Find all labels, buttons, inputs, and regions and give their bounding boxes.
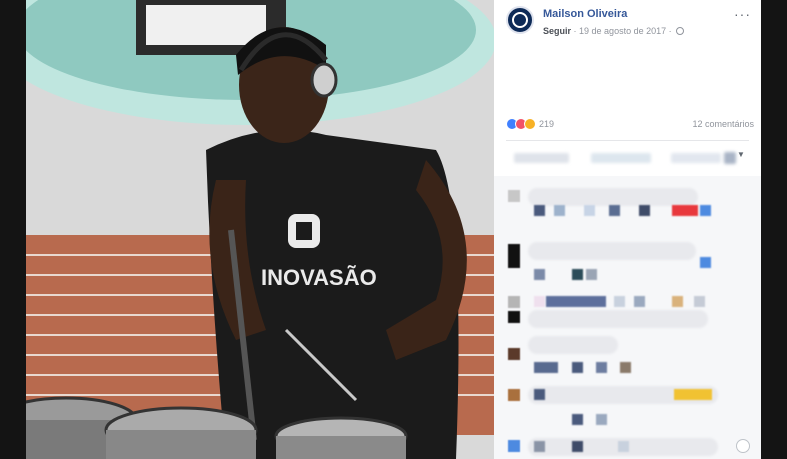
- wow-reaction-icon: [524, 118, 536, 130]
- avatar: [508, 296, 520, 308]
- avatar: [508, 389, 520, 401]
- avatar: [508, 348, 520, 360]
- action-bar-blurred: [506, 145, 749, 171]
- shirt-text: INOVASÃO: [261, 265, 377, 290]
- post-side-panel: Mailson Oliveira Seguir · 19 de agosto d…: [494, 0, 761, 459]
- emoji-icon[interactable]: [736, 439, 750, 453]
- avatar: [508, 244, 520, 268]
- avatar: [508, 440, 520, 452]
- right-gutter: [761, 0, 787, 459]
- avatar: [508, 190, 520, 202]
- author-name-link[interactable]: Mailson Oliveira: [543, 8, 627, 20]
- comment-bubble: [528, 242, 696, 260]
- reactions-bar[interactable]: 219 12 comentários: [506, 117, 754, 133]
- post-meta: Seguir · 19 de agosto de 2017 ·: [543, 26, 685, 36]
- comment-bubble: [528, 310, 708, 328]
- comment-bubble: [528, 336, 618, 354]
- divider: [506, 140, 749, 141]
- comments-count-link[interactable]: 12 comentários: [692, 119, 754, 129]
- follow-link[interactable]: Seguir: [543, 26, 571, 36]
- author-avatar[interactable]: [506, 6, 534, 34]
- more-options-icon[interactable]: ···: [734, 6, 751, 22]
- comment-bubble: [528, 188, 698, 206]
- photo-viewer: INOVASÃO Mailson Oliveira Seguir · 19 de…: [0, 0, 787, 459]
- globe-icon: [676, 27, 685, 35]
- post-photo[interactable]: INOVASÃO: [26, 0, 494, 459]
- comments-section-blurred: [494, 176, 761, 459]
- post-header: Mailson Oliveira Seguir · 19 de agosto d…: [494, 0, 761, 52]
- chevron-down-icon[interactable]: ▼: [737, 150, 745, 159]
- post-date[interactable]: 19 de agosto de 2017: [579, 26, 666, 36]
- reaction-count[interactable]: 219: [539, 119, 554, 129]
- avatar: [508, 311, 520, 323]
